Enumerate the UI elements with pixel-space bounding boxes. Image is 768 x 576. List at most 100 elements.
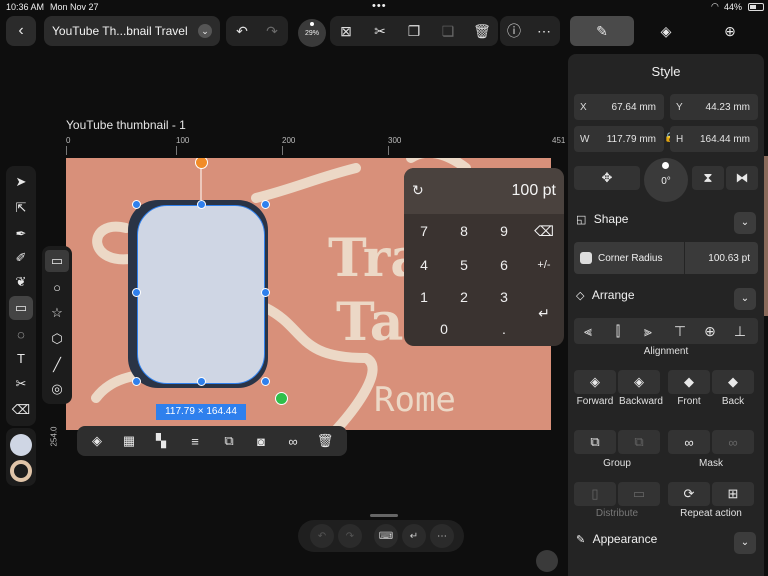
key-7[interactable]: 7 <box>404 216 444 246</box>
reset-icon[interactable]: ↻ <box>412 182 424 199</box>
shape-section-header[interactable]: ◱ Shape ⌄ <box>576 212 756 234</box>
key-4[interactable]: 4 <box>404 250 444 280</box>
w-field[interactable]: W 117.79 mm <box>574 126 664 152</box>
select-box-icon[interactable]: ⊠ <box>334 19 358 43</box>
quick-action-button[interactable] <box>536 550 558 572</box>
arrange-section-header[interactable]: ◇ Arrange ⌄ <box>576 288 756 310</box>
unmask-button[interactable]: ∞ <box>712 430 754 454</box>
trash-icon[interactable]: 🗑 <box>470 19 494 43</box>
resize-handle[interactable] <box>132 377 141 386</box>
cut-icon[interactable]: ✂ <box>368 19 392 43</box>
repeat-duplicate-button[interactable]: ⊞ <box>712 482 754 506</box>
return-icon[interactable]: ↵ <box>402 524 426 548</box>
resize-handle[interactable] <box>261 288 270 297</box>
group-button[interactable]: ⧉ <box>574 430 616 454</box>
multitask-dots[interactable]: ••• <box>372 0 387 12</box>
pencil-tool-icon[interactable]: ✐ <box>9 246 33 270</box>
undo-icon[interactable]: ↶ <box>310 524 334 548</box>
corner-radius-icon[interactable]: ◙ <box>249 429 273 453</box>
arrange-icon[interactable]: ▚ <box>149 429 173 453</box>
align-center-v-icon[interactable]: ⊕ <box>698 319 722 343</box>
group-icon[interactable]: ⧉ <box>217 429 241 453</box>
direct-select-tool-icon[interactable]: ⇱ <box>9 196 33 220</box>
mask-button[interactable]: ∞ <box>668 430 710 454</box>
copy-icon[interactable]: ❐ <box>402 19 426 43</box>
stroke-color-swatch[interactable] <box>10 460 32 482</box>
brush-tool-icon[interactable]: ❦ <box>9 270 33 294</box>
star-shape-icon[interactable]: ☆ <box>45 302 69 324</box>
resize-handle[interactable] <box>132 288 141 297</box>
zoom-indicator[interactable]: 29% <box>298 19 326 47</box>
backspace-icon[interactable]: ⌫ <box>524 216 564 246</box>
resize-handle[interactable] <box>197 377 206 386</box>
fill-color-swatch[interactable] <box>10 434 32 456</box>
drag-handle[interactable] <box>370 514 398 517</box>
mask-icon[interactable]: ∞ <box>281 429 305 453</box>
trash-icon[interactable]: 🗑 <box>313 429 337 453</box>
align-bottom-icon[interactable]: ⊥ <box>728 319 752 343</box>
distribute-v-button[interactable]: ▭ <box>618 482 660 506</box>
transparency-icon[interactable]: ▦ <box>117 429 141 453</box>
key-plusminus[interactable]: +/- <box>524 250 564 280</box>
spiral-shape-icon[interactable]: ◎ <box>45 378 69 400</box>
key-6[interactable]: 6 <box>484 250 524 280</box>
flip-horizontal-button[interactable]: ⧗ <box>692 166 724 190</box>
corner-radius-row[interactable]: Corner Radius 100.63 pt <box>574 242 758 274</box>
x-field[interactable]: X 67.64 mm <box>574 94 664 120</box>
return-icon[interactable]: ↵ <box>524 298 564 328</box>
rectangle-shape-icon[interactable]: ▭ <box>45 250 69 272</box>
keypad-value[interactable]: 100 pt <box>512 182 556 200</box>
help-icon[interactable]: ⓘ <box>502 19 526 43</box>
align-left-icon[interactable]: ⫷ <box>576 319 600 343</box>
tab-add[interactable]: ⊕ <box>698 16 762 46</box>
select-tool-icon[interactable]: ➤ <box>9 170 33 194</box>
rotation-dial[interactable]: 0° <box>644 158 688 202</box>
resize-handle[interactable] <box>197 200 206 209</box>
scissors-tool-icon[interactable]: ✂ <box>9 372 33 396</box>
resize-handle[interactable] <box>261 200 270 209</box>
more-icon[interactable]: ⋯ <box>430 524 454 548</box>
resize-handle[interactable] <box>132 200 141 209</box>
redo-icon[interactable]: ↷ <box>260 19 284 43</box>
tab-style[interactable]: ✎ <box>570 16 634 46</box>
key-5[interactable]: 5 <box>444 250 484 280</box>
repeat-action-button[interactable]: ⟳ <box>668 482 710 506</box>
ungroup-button[interactable]: ⧉ <box>618 430 660 454</box>
keyboard-icon[interactable]: ⌨ <box>374 524 398 548</box>
distribute-h-button[interactable]: ▯ <box>574 482 616 506</box>
key-decimal[interactable]: . <box>484 314 524 344</box>
pen-tool-icon[interactable]: ✒ <box>9 222 33 246</box>
front-button[interactable]: ◆ <box>668 370 710 394</box>
selected-rounded-rectangle[interactable] <box>137 205 265 384</box>
lasso-tool-icon[interactable]: ◌ <box>9 322 33 346</box>
layers-icon[interactable]: ◈ <box>85 429 109 453</box>
document-name-button[interactable]: YouTube Th...bnail Travel ⌄ <box>44 16 220 46</box>
key-1[interactable]: 1 <box>404 282 444 312</box>
polygon-shape-icon[interactable]: ⬡ <box>45 328 69 350</box>
align-center-h-icon[interactable]: ⫿ <box>606 319 630 343</box>
art-text-line2[interactable]: Ta <box>336 292 403 353</box>
y-field[interactable]: Y 44.23 mm <box>670 94 758 120</box>
rectangle-tool-icon[interactable]: ▭ <box>9 296 33 320</box>
undo-icon[interactable]: ↶ <box>230 19 254 43</box>
eraser-tool-icon[interactable]: ⌫ <box>9 398 33 422</box>
flip-vertical-button[interactable]: ⧓ <box>726 166 758 190</box>
rotate-handle[interactable] <box>275 392 288 405</box>
backward-button[interactable]: ◈ <box>618 370 660 394</box>
h-field[interactable]: H 164.44 mm <box>670 126 758 152</box>
align-icon[interactable]: ≡ <box>183 429 207 453</box>
back-button[interactable]: ‹ <box>6 16 36 46</box>
paste-icon[interactable]: ❏ <box>436 19 460 43</box>
redo-icon[interactable]: ↷ <box>338 524 362 548</box>
artboard-title[interactable]: YouTube thumbnail - 1 <box>66 118 186 132</box>
text-tool-icon[interactable]: T <box>9 346 33 370</box>
more-icon[interactable]: ⋯ <box>532 19 556 43</box>
key-2[interactable]: 2 <box>444 282 484 312</box>
back-button[interactable]: ◆ <box>712 370 754 394</box>
appearance-section-header[interactable]: ✎ Appearance ⌄ <box>576 532 756 554</box>
key-9[interactable]: 9 <box>484 216 524 246</box>
art-text-line3[interactable]: Rome <box>374 380 456 420</box>
tab-layers[interactable]: ◈ <box>634 16 698 46</box>
key-0[interactable]: 0 <box>424 314 464 344</box>
resize-handle[interactable] <box>261 377 270 386</box>
